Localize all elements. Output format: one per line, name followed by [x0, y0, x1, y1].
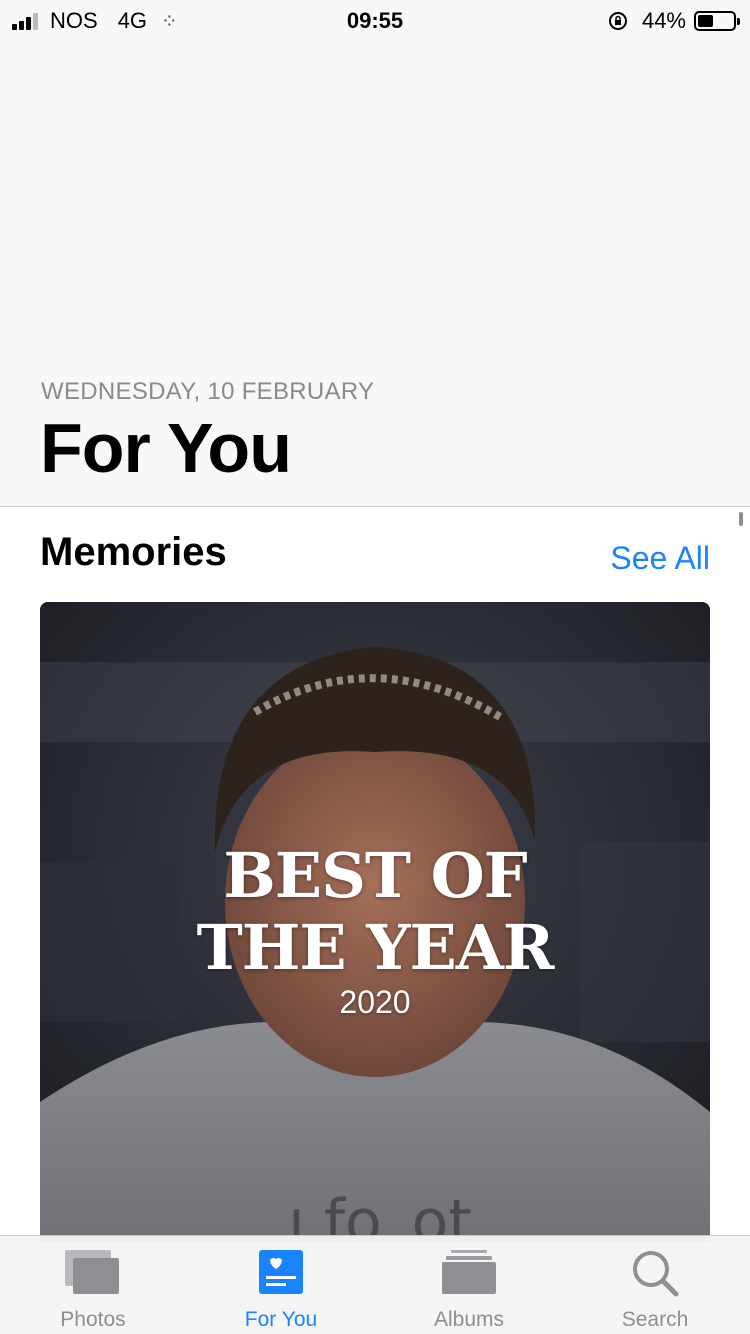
memories-section-title: Memories — [40, 530, 227, 574]
svg-text:ı fo_ot: ı fo_ot — [288, 1187, 472, 1242]
memory-title: BEST OF THE YEAR — [40, 840, 710, 984]
albums-icon — [442, 1250, 496, 1294]
battery-icon — [694, 11, 740, 31]
header-date: WEDNESDAY, 10 FEBRUARY — [41, 378, 375, 405]
tab-search[interactable]: Search — [580, 1236, 730, 1334]
tab-for-you-label: For You — [244, 1308, 318, 1331]
tab-photos[interactable]: Photos — [18, 1236, 168, 1334]
memory-card[interactable]: ı fo_ot BEST OF THE YEAR 2020 — [40, 602, 710, 1242]
photos-for-you-screen: NOS 4G ⁘ 09:55 44% WEDNESDAY, 10 FEBRUAR… — [0, 0, 750, 1334]
search-icon — [633, 1251, 679, 1297]
photos-icon — [65, 1250, 119, 1294]
tab-bar: Photos For You Albums Search — [0, 1235, 750, 1334]
tab-for-you[interactable]: For You — [206, 1236, 356, 1334]
memory-year: 2020 — [339, 984, 411, 1020]
status-bar: NOS 4G ⁘ 09:55 44% — [0, 0, 750, 40]
status-right: 44% — [608, 8, 740, 34]
tab-albums-label: Albums — [433, 1308, 505, 1331]
tab-albums[interactable]: Albums — [394, 1236, 544, 1334]
orientation-lock-icon — [608, 12, 627, 30]
memory-title-line2: THE YEAR — [196, 911, 555, 984]
tab-photos-label: Photos — [60, 1308, 126, 1331]
see-all-button[interactable]: See All — [610, 540, 710, 577]
page-title: For You — [40, 409, 292, 487]
tab-search-label: Search — [621, 1308, 689, 1331]
memory-title-line1: BEST OF — [223, 839, 527, 912]
scroll-indicator[interactable] — [739, 512, 743, 526]
for-you-icon — [259, 1250, 303, 1294]
battery-percentage: 44% — [641, 8, 686, 33]
